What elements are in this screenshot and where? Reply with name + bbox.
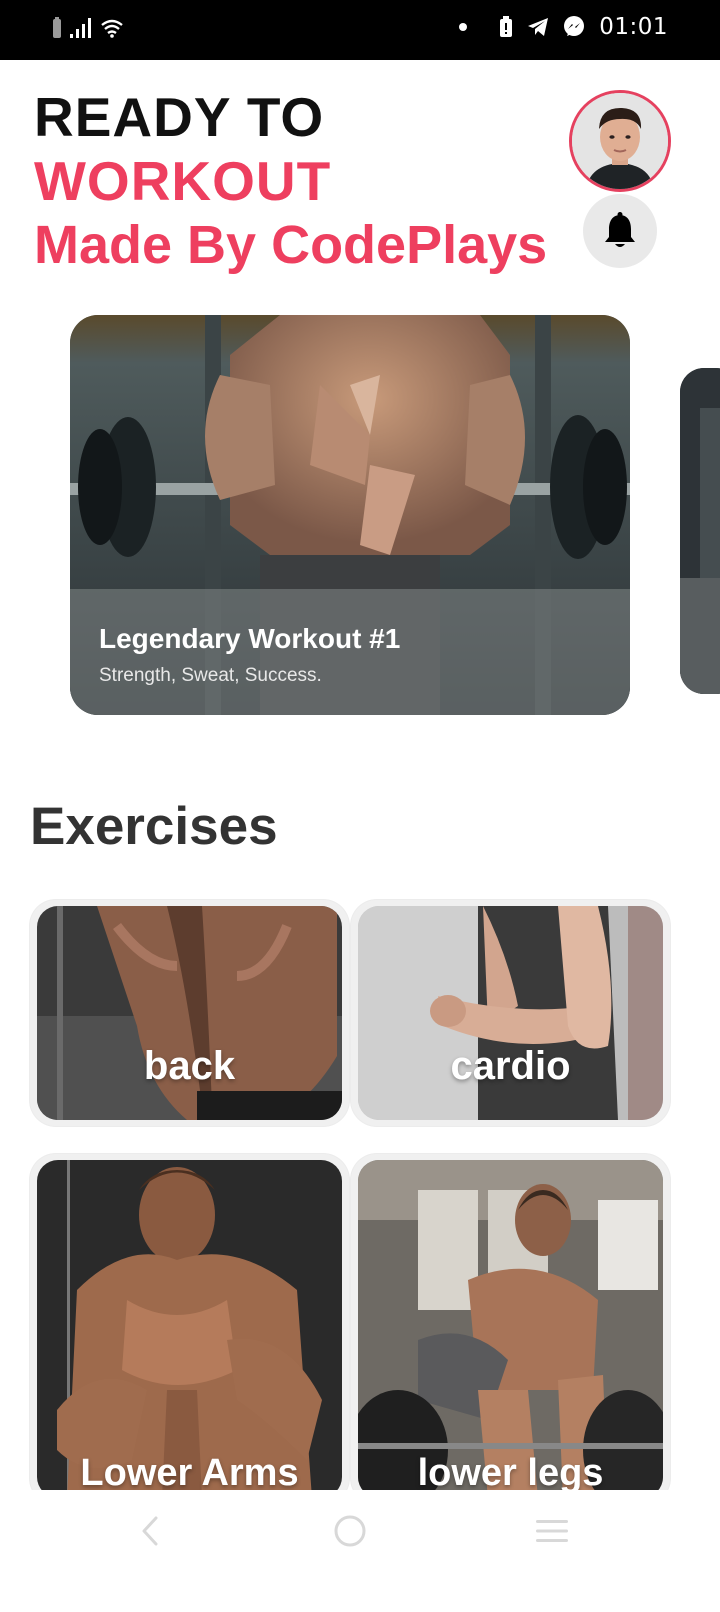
home-icon[interactable] xyxy=(333,1514,367,1548)
heading-line-1: READY TO xyxy=(34,86,325,148)
exercise-card-cardio[interactable]: cardio xyxy=(351,900,670,1126)
signal-icon xyxy=(70,18,91,38)
messenger-icon xyxy=(564,16,585,36)
exercise-label-back: back xyxy=(143,1044,236,1088)
system-nav-bar xyxy=(0,1490,720,1612)
page-heading: READY TO WORKOUT Made By CodePlays xyxy=(34,86,548,275)
featured-title: Legendary Workout #1 xyxy=(99,623,401,654)
heading-line-2: WORKOUT xyxy=(34,150,332,212)
status-left xyxy=(52,17,124,39)
bell-icon xyxy=(605,212,635,247)
exercise-card-lower-legs-image: lower legs xyxy=(358,1160,663,1498)
status-bar: 01:01 xyxy=(0,0,720,60)
telegram-icon xyxy=(528,18,549,36)
exercise-card-lower-legs[interactable]: lower legs xyxy=(351,1154,670,1504)
exercise-card-back[interactable]: back xyxy=(30,900,349,1126)
clock: 01:01 xyxy=(599,14,668,40)
notifications-button[interactable] xyxy=(583,194,657,268)
exercise-label-lower-legs: lower legs xyxy=(417,1452,604,1494)
exercise-card-back-image: back xyxy=(37,906,342,1120)
avatar[interactable] xyxy=(569,90,671,192)
status-right: 01:01 xyxy=(459,14,668,40)
back-icon[interactable] xyxy=(138,1516,162,1546)
exercise-card-lower-arms[interactable]: Lower Arms xyxy=(30,1154,349,1504)
recents-icon[interactable] xyxy=(535,1517,569,1545)
featured-workout-card[interactable]: Legendary Workout #1 Strength, Sweat, Su… xyxy=(70,315,630,715)
exercise-label-cardio: cardio xyxy=(450,1044,571,1088)
dot-icon xyxy=(459,23,468,31)
battery-alert-icon xyxy=(500,16,513,37)
app-screen: 01:01 READY TO WORKOUT Made By CodePlays xyxy=(0,0,720,1612)
exercise-card-lower-arms-image: Lower Arms xyxy=(37,1160,342,1498)
battery-icon xyxy=(53,17,61,38)
heading-line-3: Made By CodePlays xyxy=(34,215,548,275)
wifi-icon xyxy=(101,19,123,38)
featured-subtitle: Strength, Sweat, Success. xyxy=(99,665,322,686)
avatar-photo xyxy=(572,93,668,189)
lower-arms-exercise-photo xyxy=(37,1160,342,1498)
lower-legs-exercise-photo xyxy=(358,1160,663,1498)
exercises-section-title: Exercises xyxy=(30,797,278,856)
next-workout-card[interactable] xyxy=(680,368,720,694)
exercise-label-lower-arms: Lower Arms xyxy=(80,1452,299,1494)
exercise-card-cardio-image: cardio xyxy=(358,906,663,1120)
next-workout-image xyxy=(680,368,720,694)
